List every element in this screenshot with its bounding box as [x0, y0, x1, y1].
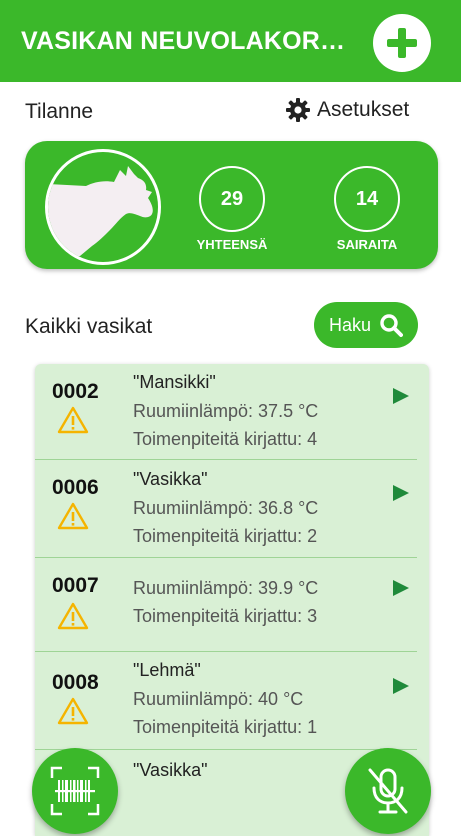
calf-temperature: Ruumiinlämpö: 37.5 °C	[133, 401, 319, 421]
play-arrow-icon[interactable]	[393, 485, 409, 501]
calf-procedures: Toimenpiteitä kirjattu: 3	[133, 606, 318, 626]
app-bar: VASIKAN NEUVOLAKORTTI	[0, 0, 461, 82]
list-item[interactable]: 0008 "Lehmä" Ruumiinlämpö: 40 °C Toimenp…	[35, 652, 429, 749]
cow-avatar	[45, 149, 161, 265]
scan-barcode-button[interactable]	[32, 748, 118, 834]
sick-label: SAIRAITA	[336, 237, 398, 252]
calf-temperature: Ruumiinlämpö: 39.9 °C	[133, 578, 319, 598]
warning-icon	[57, 406, 89, 434]
calf-temperature: Ruumiinlämpö: 40 °C	[133, 689, 304, 709]
settings-button[interactable]: Asetukset	[285, 95, 409, 125]
calf-id: 0002	[52, 380, 99, 403]
plus-icon	[387, 28, 417, 58]
list-item[interactable]: 0002 "Mansikki" Ruumiinlämpö: 37.5 °C To…	[35, 364, 429, 460]
status-card: 29 YHTEENSÄ 14 SAIRAITA	[25, 141, 438, 269]
settings-label: Asetukset	[317, 98, 410, 121]
calf-name: "Vasikka"	[133, 760, 208, 780]
sick-count: 14	[334, 166, 400, 232]
list-heading: Kaikki vasikat	[25, 315, 153, 338]
calf-procedures: Toimenpiteitä kirjattu: 2	[133, 526, 318, 546]
search-button[interactable]: Haku	[314, 302, 418, 348]
gear-icon	[286, 98, 310, 122]
calf-id: 0008	[52, 671, 99, 694]
app-title: VASIKAN NEUVOLAKORTTI	[21, 27, 351, 55]
sick-stat: 14 SAIRAITA	[322, 166, 412, 252]
voice-input-button[interactable]	[345, 748, 431, 834]
calf-name: "Mansikki"	[133, 372, 216, 392]
calf-name: "Vasikka"	[133, 469, 208, 489]
search-label: Haku	[328, 314, 372, 335]
calf-procedures: Toimenpiteitä kirjattu: 1	[133, 717, 318, 737]
add-calf-button[interactable]	[373, 14, 431, 72]
total-stat: 29 YHTEENSÄ	[187, 166, 277, 252]
calf-temperature: Ruumiinlämpö: 36.8 °C	[133, 498, 319, 518]
calf-id: 0006	[52, 476, 99, 499]
calf-id: 0007	[52, 574, 99, 597]
list-item[interactable]: 0007 Ruumiinlämpö: 39.9 °C Toimenpiteitä…	[35, 558, 429, 651]
warning-icon	[57, 602, 89, 630]
total-count: 29	[199, 166, 265, 232]
play-arrow-icon[interactable]	[393, 388, 409, 404]
barcode-scanner-icon	[50, 766, 100, 816]
calf-procedures: Toimenpiteitä kirjattu: 4	[133, 429, 318, 449]
cow-icon	[48, 166, 153, 262]
calf-name: "Lehmä"	[133, 660, 201, 680]
warning-icon	[57, 502, 89, 530]
status-heading: Tilanne	[25, 100, 94, 123]
play-arrow-icon[interactable]	[393, 678, 409, 694]
microphone-off-icon	[368, 768, 408, 814]
list-item[interactable]: 0006 "Vasikka" Ruumiinlämpö: 36.8 °C Toi…	[35, 460, 429, 557]
total-label: YHTEENSÄ	[196, 237, 268, 252]
search-icon	[380, 314, 404, 337]
warning-icon	[57, 697, 89, 725]
play-arrow-icon[interactable]	[393, 580, 409, 596]
